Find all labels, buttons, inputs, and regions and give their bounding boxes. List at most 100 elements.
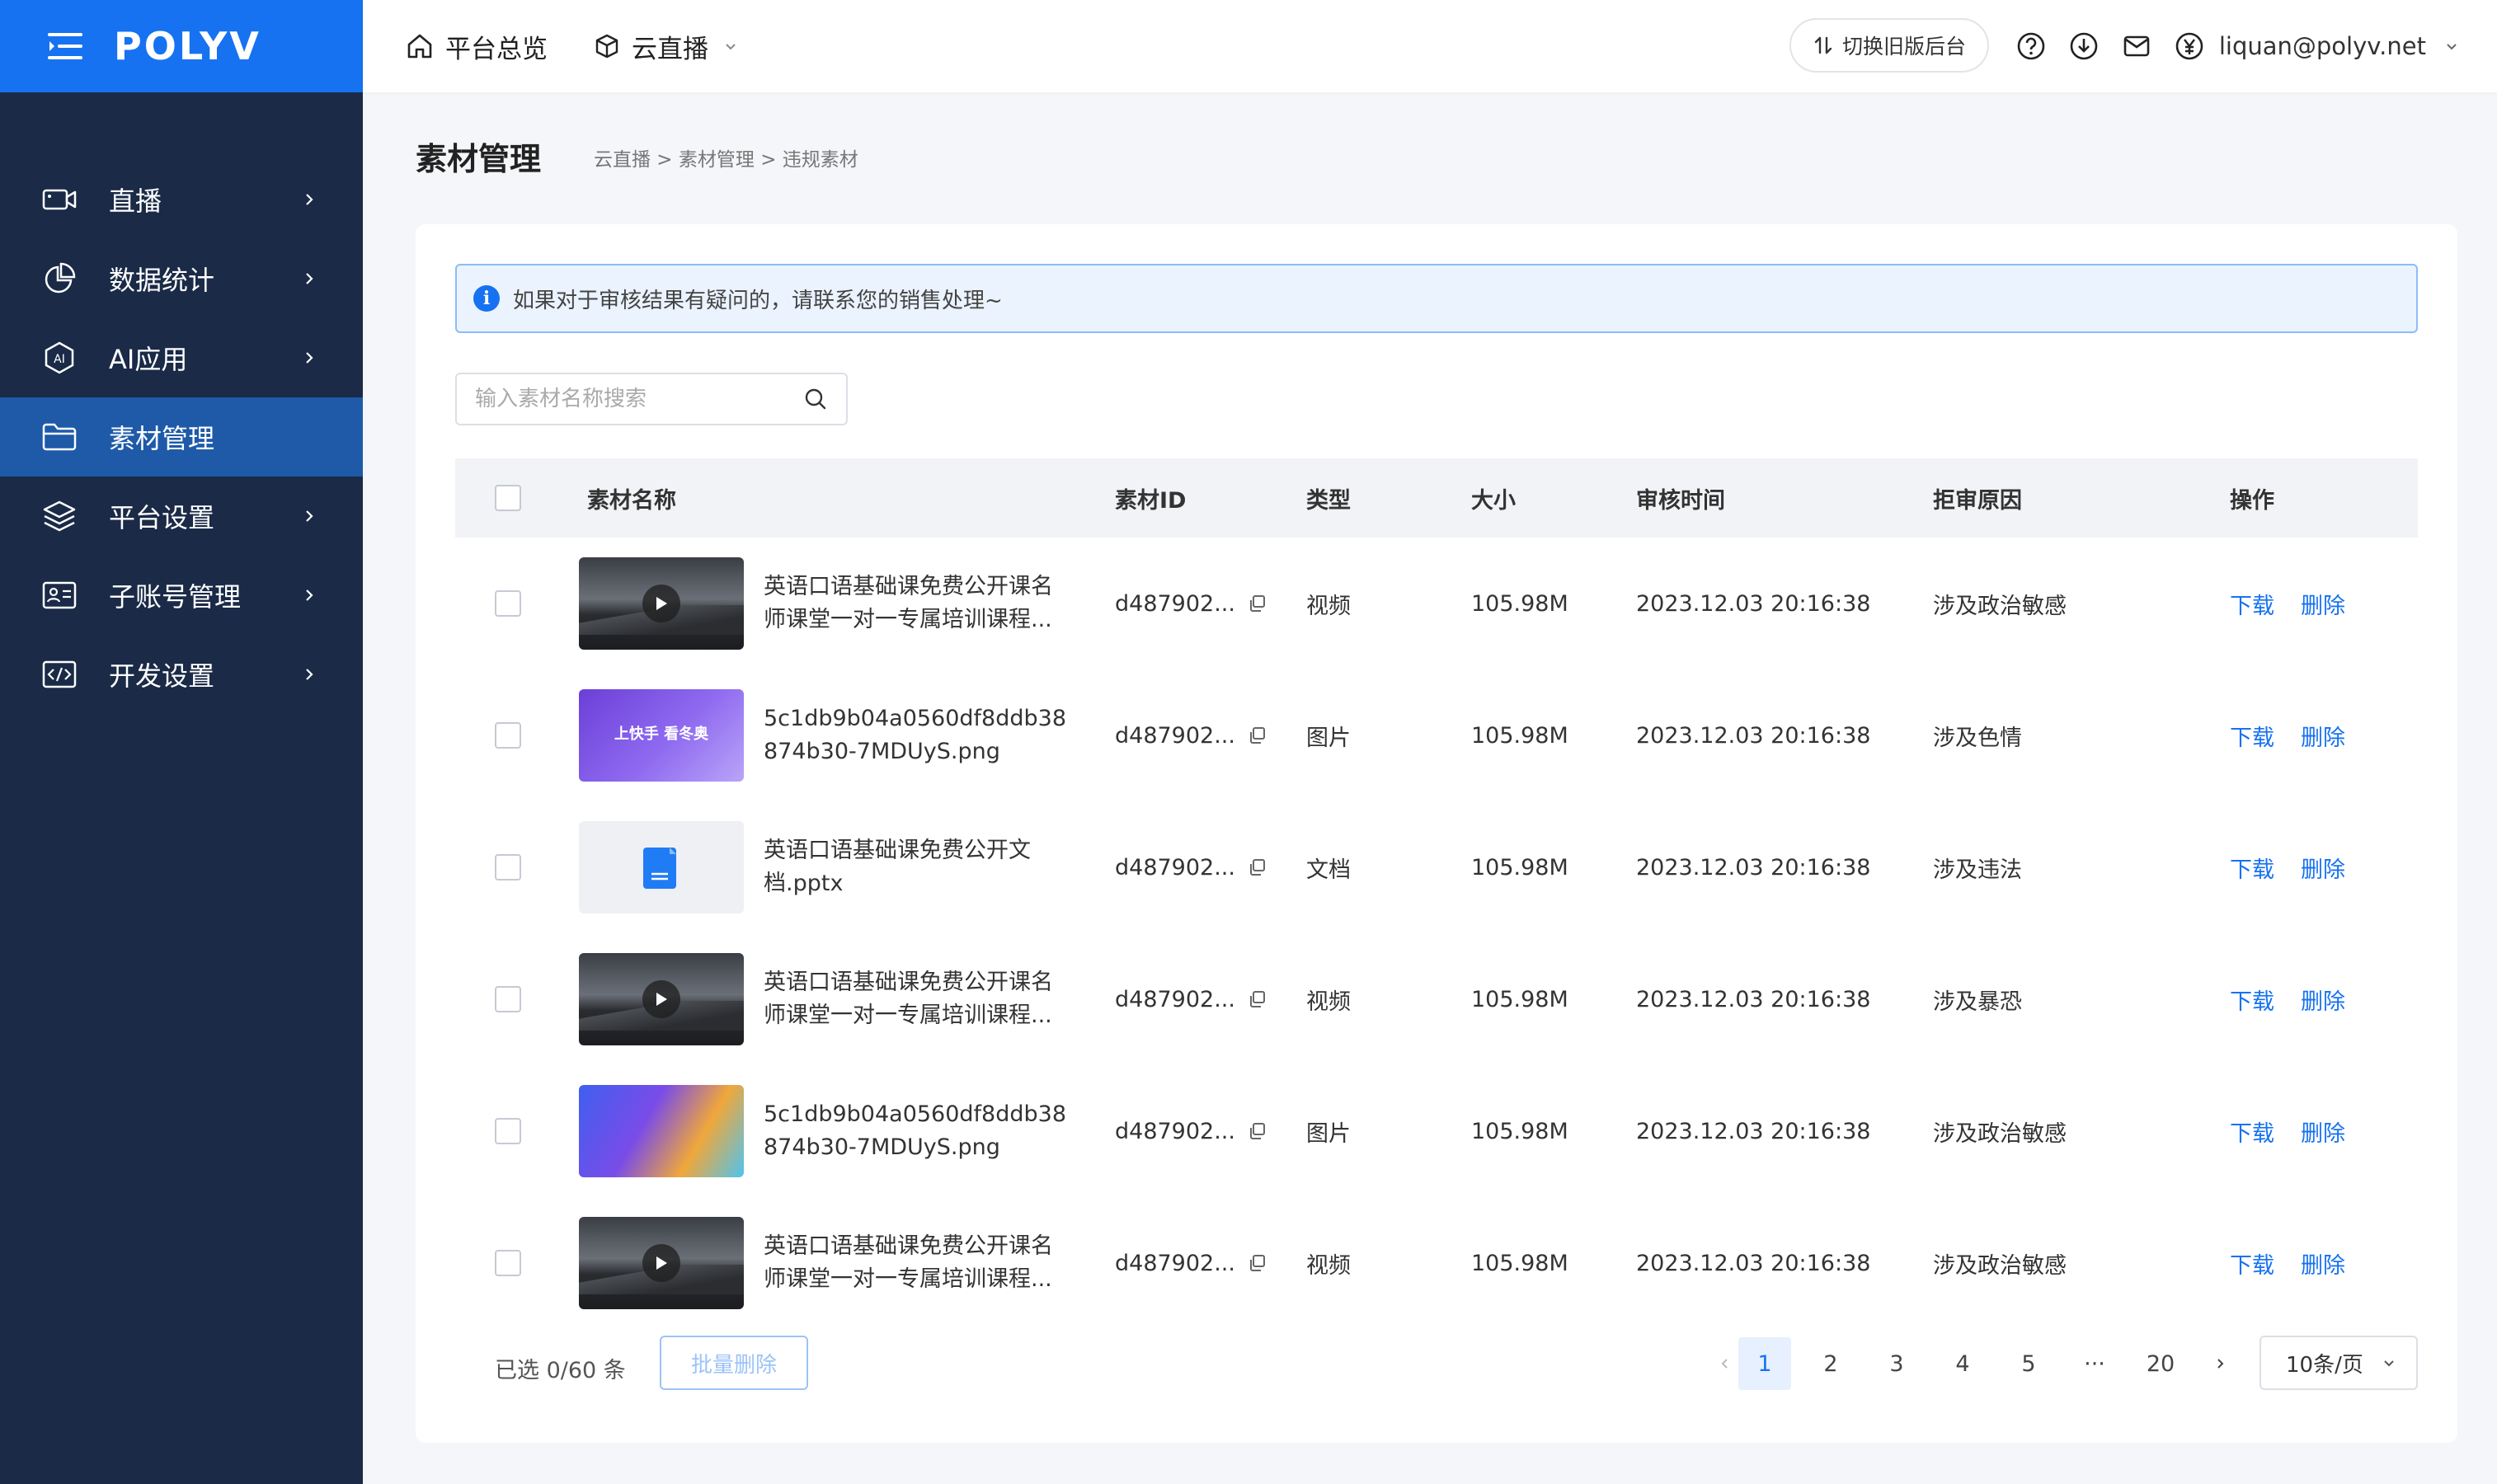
sidebar-item-materials[interactable]: 素材管理: [0, 397, 363, 477]
row-checkbox[interactable]: [495, 1118, 521, 1144]
sidebar-item-label: 素材管理: [109, 423, 215, 454]
page-number-button[interactable]: 1: [1738, 1337, 1791, 1390]
download-link[interactable]: 下载: [2230, 852, 2274, 884]
page-number-button[interactable]: 3: [1870, 1337, 1923, 1390]
row-checkbox[interactable]: [495, 590, 521, 617]
table-row: 5c1db9b04a0560df8ddb38 874b30-7MDUyS.png d…: [455, 1065, 2418, 1197]
yen-icon[interactable]: [2175, 31, 2204, 61]
row-select-cell: [495, 933, 521, 1065]
row-checkbox[interactable]: [495, 722, 521, 749]
material-name: 5c1db9b04a0560df8ddb38 874b30-7MDUyS.png: [764, 702, 1077, 768]
menu-toggle-icon[interactable]: [48, 31, 82, 61]
row-checkbox[interactable]: [495, 986, 521, 1012]
chevron-right-icon: [306, 352, 313, 364]
switch-old-console-button[interactable]: 切换旧版后台: [1789, 18, 1989, 73]
material-thumbnail[interactable]: [579, 821, 744, 913]
material-thumbnail[interactable]: [579, 1217, 744, 1309]
row-select-cell: [495, 669, 521, 801]
cube-icon: [595, 34, 618, 59]
batch-delete-button[interactable]: 批量删除: [660, 1336, 808, 1390]
delete-link[interactable]: 删除: [2301, 984, 2345, 1016]
copy-icon[interactable]: [1247, 1253, 1267, 1273]
notice-banner: i 如果对于审核结果有疑问的，请联系您的销售处理~: [455, 264, 2418, 333]
top-icon-group: [2016, 31, 2204, 61]
copy-icon[interactable]: [1247, 1121, 1267, 1141]
page-number-button[interactable]: 2: [1804, 1337, 1857, 1390]
breadcrumb: 云直播 > 素材管理 > 违规素材: [594, 149, 858, 171]
time-cell: 2023.12.03 20:16:38: [1636, 1250, 1871, 1276]
sidebar-item-subaccounts[interactable]: 子账号管理: [0, 556, 363, 635]
copy-icon[interactable]: [1247, 989, 1267, 1009]
material-name-line1: 英语口语基础课免费公开课名: [764, 574, 1053, 599]
delete-link[interactable]: 删除: [2301, 1115, 2345, 1148]
sidebar-item-label: 开发设置: [109, 660, 215, 692]
id-cell: d487902...: [1115, 538, 1267, 669]
help-icon[interactable]: [2016, 31, 2046, 61]
row-checkbox[interactable]: [495, 854, 521, 881]
tab-label: 云直播: [632, 34, 708, 64]
copy-icon[interactable]: [1247, 857, 1267, 877]
page-title: 素材管理: [416, 141, 542, 177]
user-menu[interactable]: liquan@polyv.net: [2219, 0, 2459, 92]
selected-count: 已选 0/60 条: [495, 1358, 626, 1383]
type-cell: 视频: [1306, 593, 1351, 619]
material-thumbnail[interactable]: 上快手 看冬奥: [579, 689, 744, 782]
sidebar-item-live[interactable]: 直播: [0, 160, 363, 239]
chevron-down-icon: [726, 44, 736, 50]
download-icon[interactable]: [2069, 31, 2099, 61]
reason-cell: 涉及违法: [1933, 857, 2022, 883]
id-cell: d487902...: [1115, 933, 1267, 1065]
page-number-button[interactable]: 5: [2002, 1337, 2055, 1390]
search-input[interactable]: [475, 387, 803, 411]
chevron-down-icon: [2384, 1360, 2394, 1367]
row-select-cell: [495, 801, 521, 933]
copy-icon[interactable]: [1247, 594, 1267, 613]
material-name: 英语口语基础课免费公开课名 师课堂一对一专属培训课程...: [764, 966, 1077, 1032]
page-number-button[interactable]: 20: [2134, 1337, 2187, 1390]
download-link[interactable]: 下载: [2230, 588, 2274, 620]
download-link[interactable]: 下载: [2230, 1247, 2274, 1280]
page-number-button[interactable]: 4: [1936, 1337, 1989, 1390]
download-link[interactable]: 下载: [2230, 984, 2274, 1016]
delete-link[interactable]: 删除: [2301, 1247, 2345, 1280]
delete-link[interactable]: 删除: [2301, 720, 2345, 752]
delete-link[interactable]: 删除: [2301, 852, 2345, 884]
page-size-select[interactable]: 10条/页: [2260, 1336, 2418, 1390]
download-link[interactable]: 下载: [2230, 1115, 2274, 1148]
content-card: i 如果对于审核结果有疑问的，请联系您的销售处理~ 素材名称 素材ID 类型 大…: [416, 224, 2457, 1443]
material-name: 英语口语基础课免费公开文 档.pptx: [764, 834, 1077, 900]
size-cell: 105.98M: [1471, 854, 1568, 881]
delete-link[interactable]: 删除: [2301, 588, 2345, 620]
polyv-logo[interactable]: POLYV: [114, 24, 261, 68]
tab-cloud-live[interactable]: 云直播: [594, 28, 750, 65]
material-thumbnail[interactable]: [579, 557, 744, 650]
sidebar-item-statistics[interactable]: 数据统计: [0, 239, 363, 318]
next-page-button[interactable]: [2194, 1337, 2246, 1390]
document-icon: [643, 848, 676, 889]
sidebar-item-label: 平台设置: [109, 502, 215, 533]
select-all-checkbox[interactable]: [495, 485, 521, 511]
search-icon[interactable]: [803, 387, 828, 411]
tab-label: 平台总览: [445, 34, 548, 64]
table-row: 英语口语基础课免费公开文 档.pptx d487902... 文档 105.98M 202…: [455, 801, 2418, 933]
mail-icon[interactable]: [2122, 31, 2151, 61]
tab-platform-overview[interactable]: 平台总览: [406, 28, 548, 65]
id-cell: d487902...: [1115, 1197, 1267, 1329]
material-thumbnail[interactable]: [579, 953, 744, 1045]
sidebar-item-ai[interactable]: AI AI应用: [0, 318, 363, 397]
chevron-right-icon: [306, 194, 313, 205]
material-id: d487902...: [1115, 1118, 1235, 1144]
sidebar-item-platform-settings[interactable]: 平台设置: [0, 477, 363, 556]
reason-cell: 涉及政治敏感: [1933, 1120, 2067, 1147]
col-ops: 操作: [2230, 487, 2274, 514]
table-row: 上快手 看冬奥 5c1db9b04a0560df8ddb38 874b30-7MDU…: [455, 669, 2418, 801]
download-link[interactable]: 下载: [2230, 720, 2274, 752]
sidebar-item-label: 直播: [109, 186, 162, 217]
material-thumbnail[interactable]: [579, 1085, 744, 1177]
row-checkbox[interactable]: [495, 1250, 521, 1276]
sidebar-item-developer[interactable]: 开发设置: [0, 635, 363, 714]
chevron-left-icon: [1721, 1359, 1728, 1369]
material-id: d487902...: [1115, 722, 1235, 749]
copy-icon[interactable]: [1247, 726, 1267, 745]
table-row: 英语口语基础课免费公开课名 师课堂一对一专属培训课程... d487902... 视频…: [455, 933, 2418, 1065]
